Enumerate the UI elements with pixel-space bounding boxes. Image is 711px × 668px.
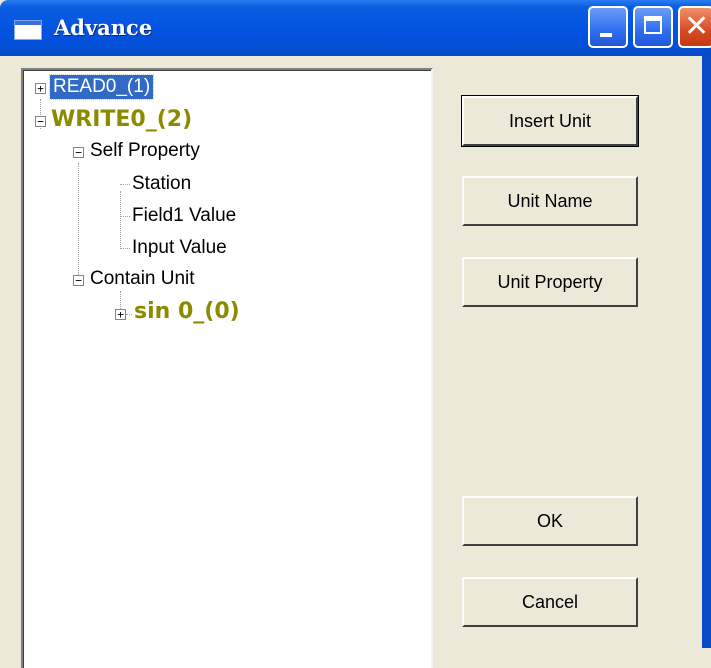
- cancel-button[interactable]: Cancel: [462, 577, 638, 627]
- unit-tree-view[interactable]: + READ0_(1) − WRITE0_(2) − Self Property…: [21, 68, 433, 668]
- minimize-button[interactable]: [588, 6, 628, 48]
- unit-property-button[interactable]: Unit Property: [462, 257, 638, 307]
- window-app-icon[interactable]: [14, 20, 42, 40]
- tree-connector-line: [120, 184, 130, 185]
- window-title: Advance: [54, 15, 153, 40]
- tree-node-self-property[interactable]: Self Property: [90, 139, 200, 163]
- tree-node-input-value[interactable]: Input Value: [132, 236, 227, 260]
- window-frame-edge: [702, 56, 711, 648]
- collapse-icon[interactable]: −: [73, 147, 84, 158]
- close-icon: ✕: [684, 9, 710, 44]
- tree-connector-line: [120, 216, 130, 217]
- tree-connector-line: [120, 191, 121, 249]
- expand-icon[interactable]: +: [115, 309, 126, 320]
- tree-connector-line: [78, 163, 79, 281]
- tree-node-field1-value[interactable]: Field1 Value: [132, 204, 236, 228]
- tree-connector-line: [126, 314, 132, 315]
- expand-icon[interactable]: +: [35, 83, 46, 94]
- minimize-icon: [600, 33, 612, 37]
- ok-button[interactable]: OK: [462, 496, 638, 546]
- tree-content: + READ0_(1) − WRITE0_(2) − Self Property…: [23, 70, 431, 668]
- tree-node-write0[interactable]: WRITE0_(2): [51, 108, 192, 132]
- maximize-button[interactable]: [633, 6, 673, 48]
- insert-unit-button[interactable]: Insert Unit: [461, 95, 639, 147]
- collapse-icon[interactable]: −: [35, 116, 46, 127]
- tree-node-read0[interactable]: READ0_(1): [48, 74, 155, 100]
- tree-node-sin0[interactable]: sin 0_(0): [134, 300, 240, 324]
- title-bar[interactable]: Advance ✕: [0, 0, 711, 56]
- maximize-icon: [644, 16, 662, 34]
- unit-name-button[interactable]: Unit Name: [462, 176, 638, 226]
- tree-node-contain-unit[interactable]: Contain Unit: [90, 267, 195, 291]
- collapse-icon[interactable]: −: [73, 275, 84, 286]
- tree-connector-line: [120, 248, 130, 249]
- tree-node-station[interactable]: Station: [132, 172, 191, 196]
- close-button[interactable]: ✕: [678, 6, 711, 48]
